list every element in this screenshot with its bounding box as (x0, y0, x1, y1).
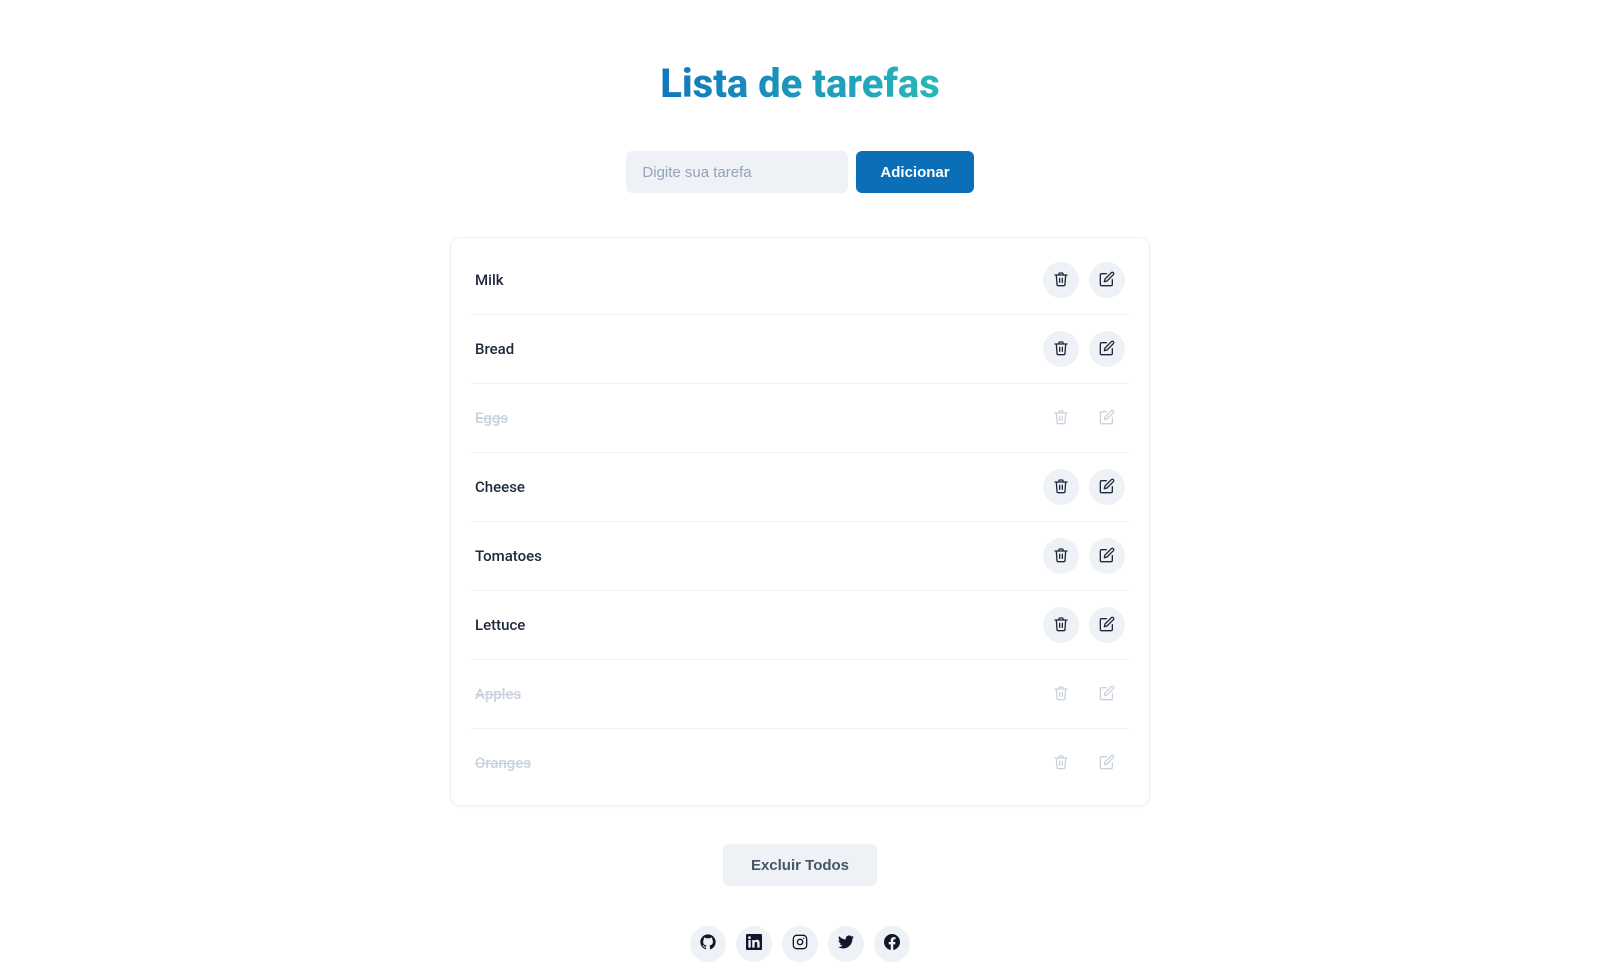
edit-task-button[interactable] (1089, 262, 1125, 298)
edit-icon (1099, 685, 1115, 704)
delete-task-button[interactable] (1043, 331, 1079, 367)
edit-task-button[interactable] (1089, 469, 1125, 505)
trash-icon (1053, 616, 1069, 635)
linkedin-link[interactable] (736, 926, 772, 962)
linkedin-icon (746, 934, 762, 954)
task-actions (1043, 262, 1125, 298)
trash-icon (1053, 409, 1069, 428)
task-label[interactable]: Eggs (475, 409, 508, 427)
trash-icon (1053, 685, 1069, 704)
trash-icon (1053, 754, 1069, 773)
facebook-icon (884, 934, 900, 954)
task-label[interactable]: Cheese (475, 478, 525, 496)
task-label[interactable]: Tomatoes (475, 547, 542, 565)
edit-task-button (1089, 400, 1125, 436)
task-row: Oranges (471, 729, 1129, 797)
task-actions (1043, 331, 1125, 367)
edit-task-button[interactable] (1089, 331, 1125, 367)
task-row: Eggs (471, 384, 1129, 453)
task-actions (1043, 676, 1125, 712)
edit-icon (1099, 340, 1115, 359)
social-links (690, 926, 910, 962)
edit-task-button (1089, 745, 1125, 781)
trash-icon (1053, 271, 1069, 290)
delete-task-button[interactable] (1043, 262, 1079, 298)
task-label[interactable]: Bread (475, 340, 514, 358)
task-row: Tomatoes (471, 522, 1129, 591)
task-row: Apples (471, 660, 1129, 729)
task-label[interactable]: Milk (475, 271, 504, 289)
task-input-row: Adicionar (626, 151, 973, 193)
task-row: Lettuce (471, 591, 1129, 660)
edit-icon (1099, 616, 1115, 635)
twitter-link[interactable] (828, 926, 864, 962)
delete-task-button[interactable] (1043, 538, 1079, 574)
task-row: Cheese (471, 453, 1129, 522)
edit-task-button[interactable] (1089, 538, 1125, 574)
task-actions (1043, 538, 1125, 574)
github-link[interactable] (690, 926, 726, 962)
task-label[interactable]: Oranges (475, 754, 531, 772)
task-input[interactable] (626, 151, 848, 193)
task-actions (1043, 400, 1125, 436)
task-label[interactable]: Apples (475, 685, 521, 703)
trash-icon (1053, 478, 1069, 497)
edit-icon (1099, 547, 1115, 566)
delete-all-button[interactable]: Excluir Todos (723, 844, 877, 886)
facebook-link[interactable] (874, 926, 910, 962)
task-row: Milk (471, 246, 1129, 315)
trash-icon (1053, 547, 1069, 566)
page-title: Lista de tarefas (660, 60, 940, 107)
edit-icon (1099, 409, 1115, 428)
task-label[interactable]: Lettuce (475, 616, 525, 634)
edit-icon (1099, 754, 1115, 773)
twitter-icon (838, 934, 854, 954)
edit-icon (1099, 271, 1115, 290)
edit-task-button (1089, 676, 1125, 712)
edit-icon (1099, 478, 1115, 497)
trash-icon (1053, 340, 1069, 359)
task-list-card: Milk Bread Eggs Cheese Tomatoes Lettuce Apples… (450, 237, 1150, 806)
instagram-icon (792, 934, 808, 954)
delete-task-button[interactable] (1043, 607, 1079, 643)
task-actions (1043, 607, 1125, 643)
delete-task-button (1043, 745, 1079, 781)
instagram-link[interactable] (782, 926, 818, 962)
add-button[interactable]: Adicionar (856, 151, 973, 193)
task-actions (1043, 745, 1125, 781)
delete-task-button (1043, 400, 1079, 436)
edit-task-button[interactable] (1089, 607, 1125, 643)
delete-task-button[interactable] (1043, 469, 1079, 505)
task-row: Bread (471, 315, 1129, 384)
task-actions (1043, 469, 1125, 505)
delete-task-button (1043, 676, 1079, 712)
github-icon (700, 934, 716, 954)
